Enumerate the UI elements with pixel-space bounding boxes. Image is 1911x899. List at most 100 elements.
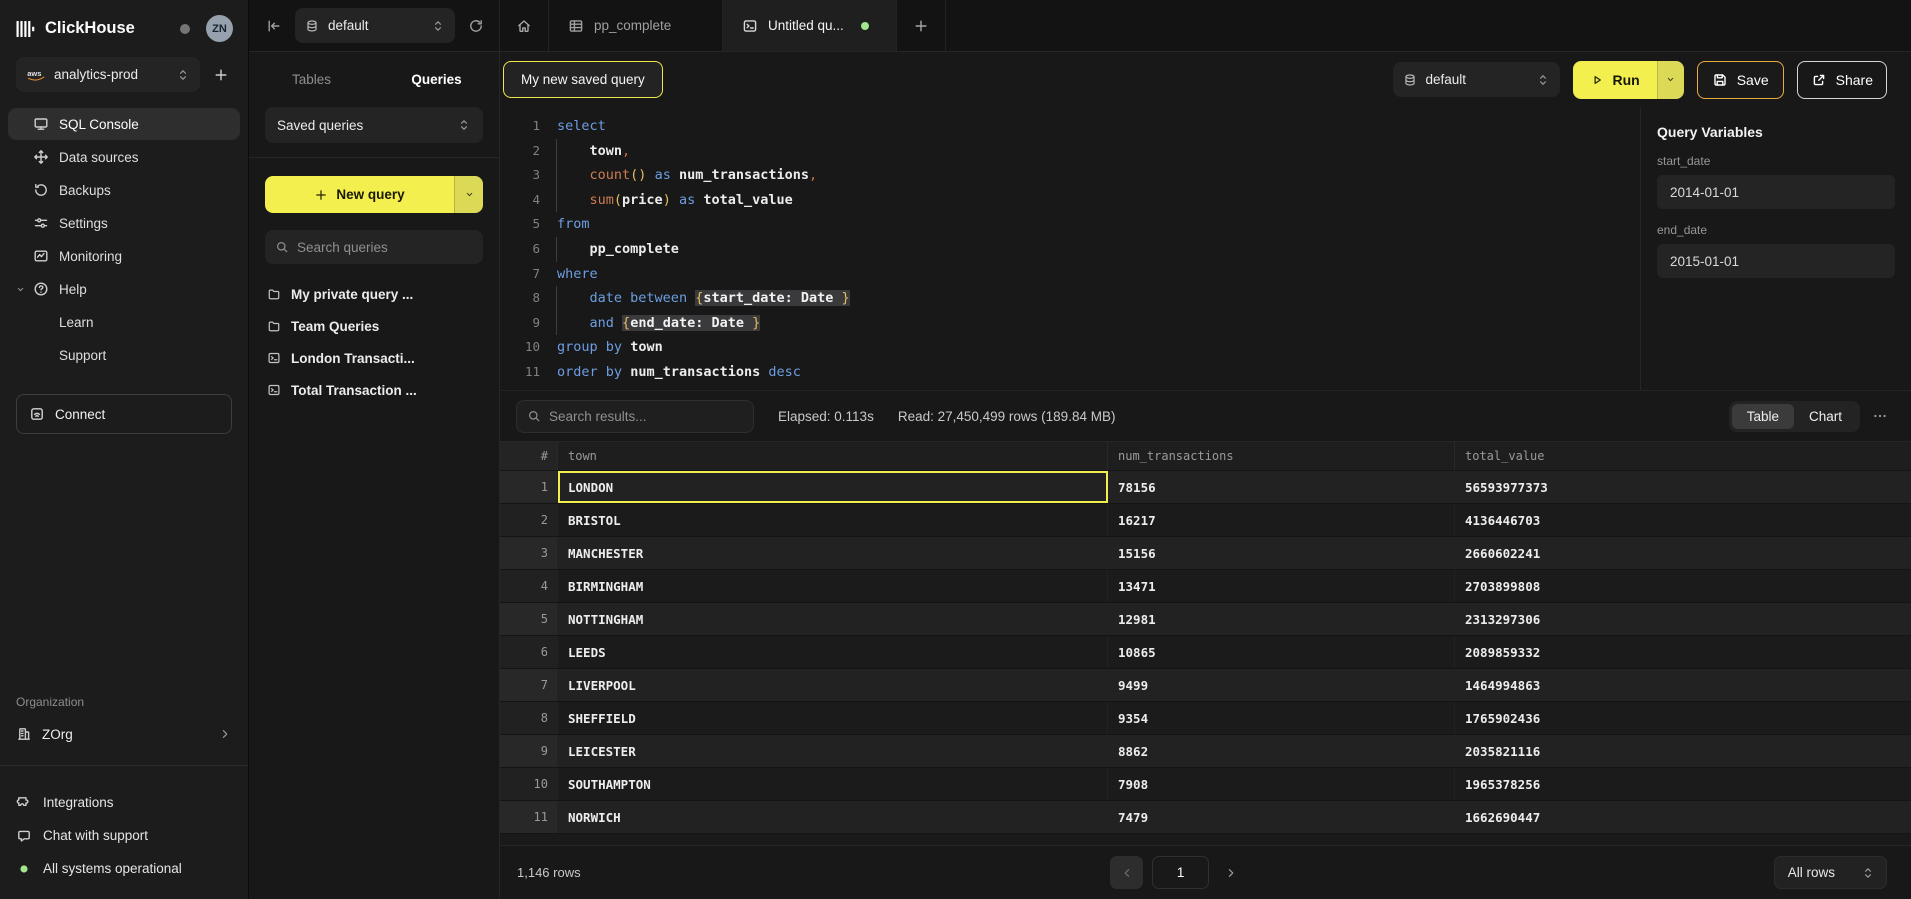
cell-total-value[interactable]: 4136446703	[1455, 504, 1911, 536]
connect-button[interactable]: Connect	[16, 394, 232, 434]
new-query-menu-button[interactable]	[454, 176, 483, 213]
cell-num-transactions[interactable]: 9499	[1108, 669, 1455, 701]
cell-num-transactions[interactable]: 7479	[1108, 801, 1455, 833]
sidebar-footer-item-chat-with-support[interactable]: Chat with support	[0, 819, 248, 852]
editor-tab-pp-complete[interactable]: pp_complete	[549, 0, 723, 51]
cell-num-transactions[interactable]: 78156	[1108, 471, 1455, 503]
cell-town[interactable]: NORWICH	[558, 801, 1108, 833]
home-tab[interactable]	[500, 0, 549, 51]
organization-selector[interactable]: ZOrg	[0, 717, 248, 751]
cell-town[interactable]: NOTTINGHAM	[558, 603, 1108, 635]
page-size-selector[interactable]: All rows	[1774, 856, 1887, 889]
sidebar-item-help[interactable]: Help	[8, 273, 240, 305]
database-selector[interactable]: default	[295, 8, 455, 43]
cell-num-transactions[interactable]: 9354	[1108, 702, 1455, 734]
tab-queries[interactable]: Queries	[374, 72, 499, 87]
cell-num-transactions[interactable]: 13471	[1108, 570, 1455, 602]
cell-total-value[interactable]: 1662690447	[1455, 801, 1911, 833]
share-button[interactable]: Share	[1797, 61, 1887, 99]
saved-query-name-chip[interactable]: My new saved query	[503, 61, 663, 98]
run-options-button[interactable]	[1657, 61, 1684, 99]
column-header-total-value[interactable]: total_value	[1455, 442, 1911, 470]
cell-num-transactions[interactable]: 8862	[1108, 735, 1455, 767]
cell-town[interactable]: LONDON	[558, 471, 1108, 503]
code-line[interactable]: 4 sum(price) as total_value	[514, 188, 1640, 213]
next-page-button[interactable]	[1218, 860, 1244, 886]
save-button[interactable]: Save	[1697, 61, 1784, 99]
code-line[interactable]: 11order by num_transactions desc	[514, 360, 1640, 385]
sidebar-item-backups[interactable]: Backups	[8, 174, 240, 206]
column-header-town[interactable]: town	[558, 442, 1108, 470]
cell-town[interactable]: LEICESTER	[558, 735, 1108, 767]
sidebar-footer-item-all-systems-operational[interactable]: All systems operational	[0, 852, 248, 885]
code-line[interactable]: 1select	[514, 114, 1640, 139]
code-line[interactable]: 8 date between {start_date: Date }	[514, 286, 1640, 311]
tab-tables[interactable]: Tables	[249, 72, 374, 87]
code-line[interactable]: 2 town,	[514, 139, 1640, 164]
view-tab-table[interactable]: Table	[1732, 404, 1794, 429]
column-header-index[interactable]: #	[500, 442, 558, 470]
cell-town[interactable]: LEEDS	[558, 636, 1108, 668]
new-query-main[interactable]: New query	[265, 176, 454, 213]
page-number-input[interactable]	[1152, 856, 1209, 889]
cell-total-value[interactable]: 2703899808	[1455, 570, 1911, 602]
cell-num-transactions[interactable]: 10865	[1108, 636, 1455, 668]
cell-town[interactable]: SHEFFIELD	[558, 702, 1108, 734]
search-queries-input[interactable]	[297, 240, 473, 255]
cell-total-value[interactable]: 2313297306	[1455, 603, 1911, 635]
cell-total-value[interactable]: 56593977373	[1455, 471, 1911, 503]
previous-page-button[interactable]	[1110, 856, 1143, 889]
code-line[interactable]: 9 and {end_date: Date }	[514, 311, 1640, 336]
view-tab-chart[interactable]: Chart	[1794, 404, 1857, 429]
cell-total-value[interactable]: 2660602241	[1455, 537, 1911, 569]
cell-town[interactable]: BIRMINGHAM	[558, 570, 1108, 602]
workspace-selector[interactable]: aws analytics-prod	[16, 57, 200, 92]
avatar[interactable]: ZN	[206, 15, 233, 42]
new-query-button[interactable]: New query	[265, 176, 483, 213]
collapse-sidebar-button[interactable]	[261, 11, 287, 41]
start-date-input[interactable]	[1657, 175, 1895, 209]
sidebar-item-learn[interactable]: Learn	[8, 306, 240, 338]
end-date-input[interactable]	[1657, 244, 1895, 278]
saved-query-item-team-queries[interactable]: Team Queries	[249, 310, 499, 342]
search-results-input[interactable]	[549, 409, 743, 424]
cell-total-value[interactable]: 1765902436	[1455, 702, 1911, 734]
saved-query-item-london-transacti[interactable]: London Transacti...	[249, 342, 499, 374]
run-button[interactable]: Run	[1573, 61, 1684, 99]
sql-editor[interactable]: 1select2 town,3 count() as num_transacti…	[500, 107, 1640, 390]
code-line[interactable]: 5from	[514, 212, 1640, 237]
sidebar-item-sql-console[interactable]: SQL Console	[8, 108, 240, 140]
cell-total-value[interactable]: 1464994863	[1455, 669, 1911, 701]
cell-num-transactions[interactable]: 16217	[1108, 504, 1455, 536]
sidebar-item-support[interactable]: Support	[8, 339, 240, 371]
run-button-main[interactable]: Run	[1573, 61, 1657, 99]
cell-town[interactable]: BRISTOL	[558, 504, 1108, 536]
cell-num-transactions[interactable]: 12981	[1108, 603, 1455, 635]
saved-query-item-total-transaction[interactable]: Total Transaction ...	[249, 374, 499, 406]
cell-town[interactable]: LIVERPOOL	[558, 669, 1108, 701]
code-line[interactable]: 3 count() as num_transactions,	[514, 163, 1640, 188]
code-line[interactable]: 10group by town	[514, 335, 1640, 360]
sidebar-item-data-sources[interactable]: Data sources	[8, 141, 240, 173]
add-service-button[interactable]	[206, 60, 236, 90]
refresh-button[interactable]	[463, 11, 489, 41]
run-database-selector[interactable]: default	[1393, 62, 1560, 97]
sidebar-footer-item-integrations[interactable]: Integrations	[0, 786, 248, 819]
editor-tab-untitled-qu[interactable]: Untitled qu...	[723, 0, 897, 51]
cell-num-transactions[interactable]: 7908	[1108, 768, 1455, 800]
code-line[interactable]: 7where	[514, 262, 1640, 287]
saved-queries-selector[interactable]: Saved queries	[265, 107, 483, 143]
new-tab-button[interactable]	[897, 0, 946, 51]
column-header-num-transactions[interactable]: num_transactions	[1108, 442, 1455, 470]
cell-num-transactions[interactable]: 15156	[1108, 537, 1455, 569]
cell-town[interactable]: SOUTHAMPTON	[558, 768, 1108, 800]
saved-query-item-my-private-query[interactable]: My private query ...	[249, 278, 499, 310]
cell-town[interactable]: MANCHESTER	[558, 537, 1108, 569]
cell-total-value[interactable]: 2035821116	[1455, 735, 1911, 767]
code-line[interactable]: 6 pp_complete	[514, 237, 1640, 262]
sidebar-item-monitoring[interactable]: Monitoring	[8, 240, 240, 272]
cell-total-value[interactable]: 1965378256	[1455, 768, 1911, 800]
more-options-button[interactable]	[1865, 401, 1895, 431]
sidebar-item-settings[interactable]: Settings	[8, 207, 240, 239]
cell-total-value[interactable]: 2089859332	[1455, 636, 1911, 668]
